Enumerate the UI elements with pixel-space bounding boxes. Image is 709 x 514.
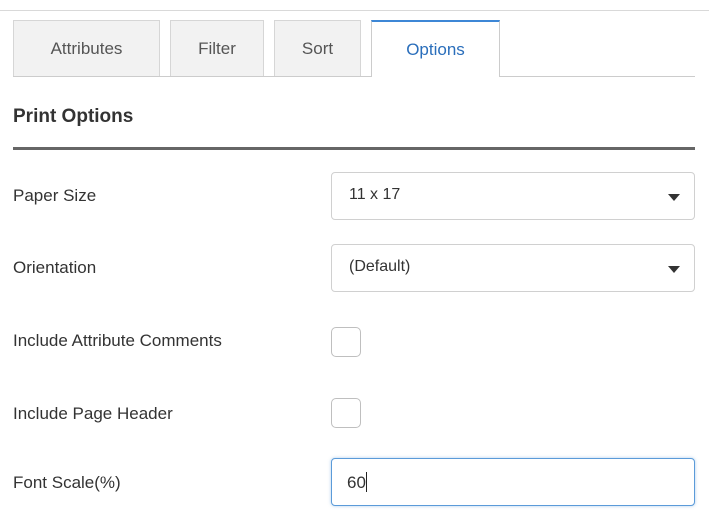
font-scale-input[interactable]: 60 <box>331 458 695 506</box>
font-scale-label: Font Scale(%) <box>13 473 121 492</box>
top-divider <box>0 10 709 11</box>
orientation-select[interactable]: (Default) <box>331 244 695 292</box>
include-attribute-comments-label: Include Attribute Comments <box>13 331 222 350</box>
chevron-down-icon <box>668 194 680 201</box>
paper-size-select[interactable]: 11 x 17 <box>331 172 695 220</box>
tab-bar: Attributes Filter Sort Options <box>13 20 695 77</box>
tab-options[interactable]: Options <box>371 20 500 77</box>
tab-filter[interactable]: Filter <box>170 20 264 76</box>
orientation-label: Orientation <box>13 258 97 277</box>
orientation-value: (Default) <box>349 258 411 275</box>
tab-attributes-label: Attributes <box>50 38 123 58</box>
font-scale-value: 60 <box>347 473 366 492</box>
tab-bar-baseline <box>13 76 695 77</box>
paper-size-label: Paper Size <box>13 186 97 205</box>
text-cursor <box>365 472 367 492</box>
tab-sort-label: Sort <box>301 38 334 58</box>
include-attribute-comments-checkbox[interactable] <box>331 327 361 357</box>
paper-size-value: 11 x 17 <box>349 186 401 203</box>
chevron-down-icon <box>668 266 680 273</box>
tab-sort[interactable]: Sort <box>274 20 361 76</box>
tab-filter-label: Filter <box>198 38 236 58</box>
tab-options-label: Options <box>406 39 465 59</box>
include-page-header-checkbox[interactable] <box>331 398 361 428</box>
tab-attributes[interactable]: Attributes <box>13 20 160 76</box>
section-divider <box>13 147 695 150</box>
include-page-header-label: Include Page Header <box>13 404 173 423</box>
section-title: Print Options <box>13 106 134 127</box>
